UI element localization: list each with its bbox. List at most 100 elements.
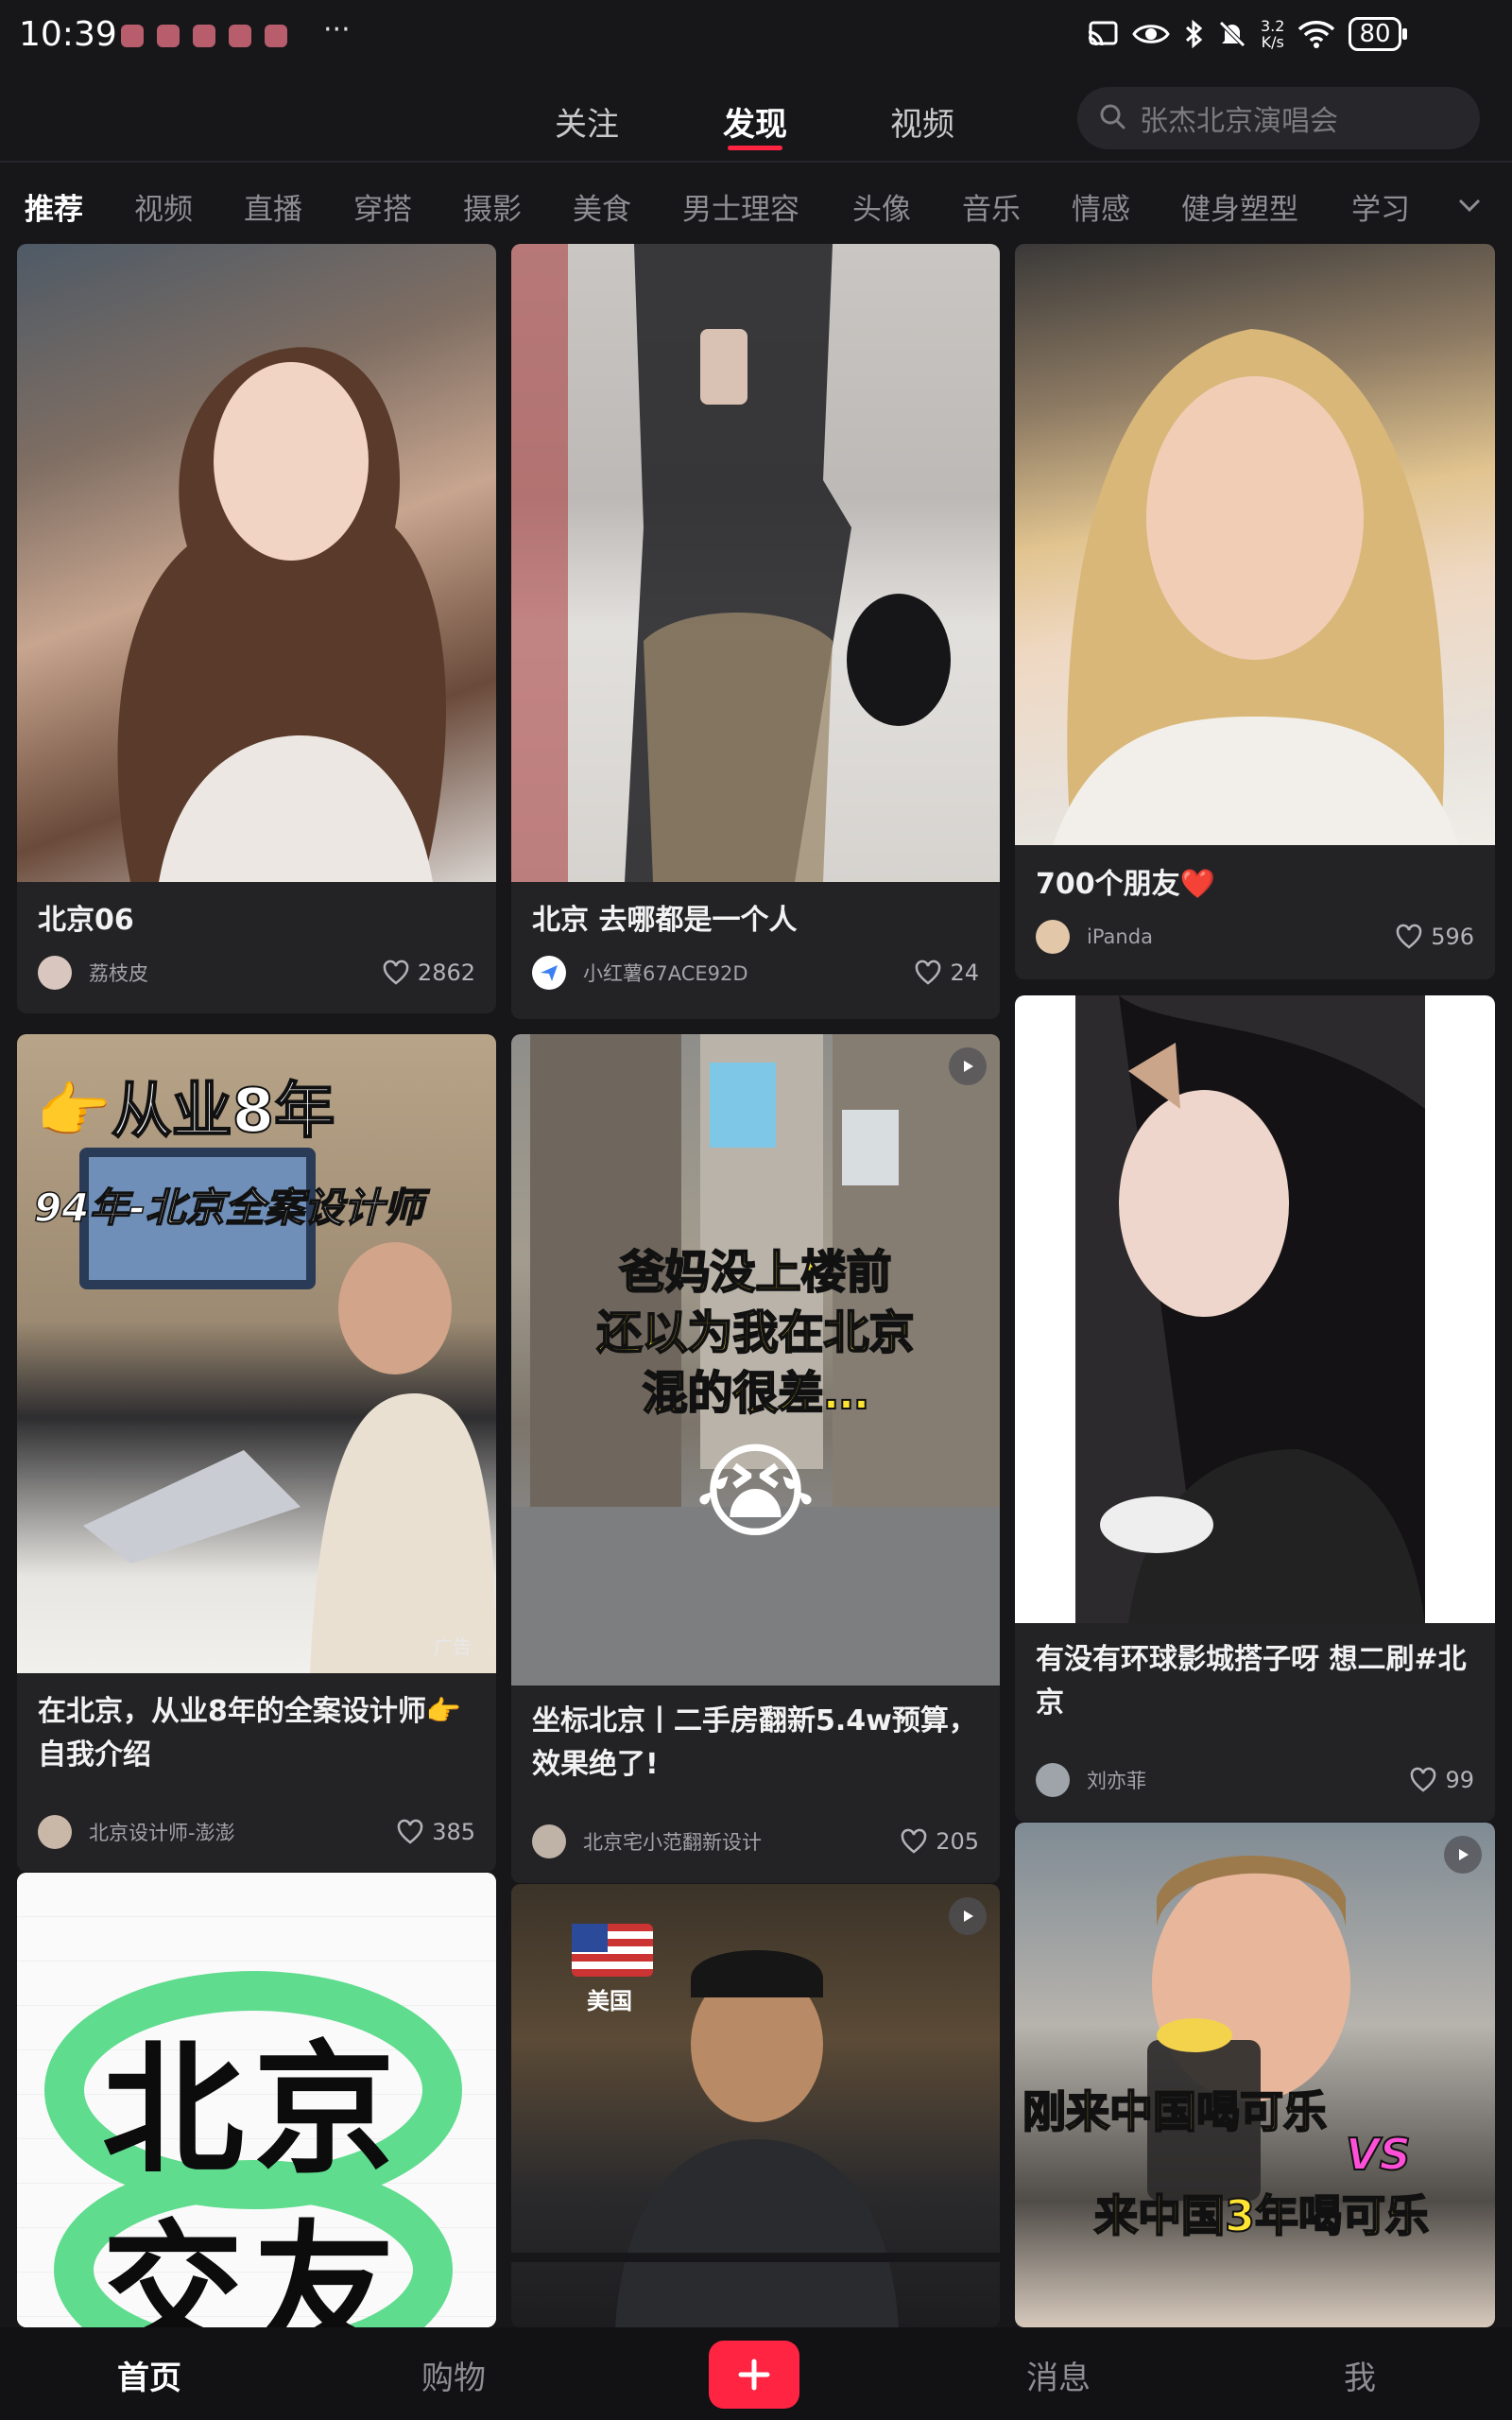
post-title[interactable]: 700个朋友❤️ — [1036, 863, 1474, 907]
post-thumbnail[interactable] — [1015, 244, 1495, 845]
category-video[interactable]: 视频 — [134, 185, 193, 228]
author-name[interactable]: iPanda — [1087, 925, 1395, 948]
author-name[interactable]: 北京宅小范翻新设计 — [583, 1827, 900, 1856]
feed-card[interactable]: 北京 交友 — [17, 1873, 496, 2327]
post-thumbnail[interactable]: 👉从业8年 94年-北京全案设计师 广告 — [17, 1034, 496, 1673]
nav-me[interactable]: 我 — [1344, 2352, 1376, 2398]
video-play-icon[interactable] — [1444, 1836, 1482, 1874]
like-button[interactable]: 2862 — [382, 959, 475, 986]
app-notification-icon — [229, 25, 251, 47]
avatar[interactable] — [1036, 920, 1070, 954]
category-outfit[interactable]: 穿搭 — [353, 185, 412, 228]
feed-card[interactable]: 北京 去哪都是一个人 小红薯67ACE92D 24 — [511, 244, 1000, 1019]
chevron-down-icon[interactable] — [1453, 189, 1486, 225]
tab-following[interactable]: 关注 — [555, 98, 619, 145]
post-title[interactable]: 有没有环球影城搭子呀 想二刷#北京 — [1036, 1638, 1474, 1725]
overlay-caption: 爸妈没上楼前 还以为我在北京 混的很差… — [595, 1245, 915, 1421]
category-photography[interactable]: 摄影 — [463, 185, 522, 228]
feed-card[interactable]: 爸妈没上楼前 还以为我在北京 混的很差… 😭 坐标北京丨二手房翻新5.4w预算，… — [511, 1034, 1000, 1883]
cast-icon — [1087, 20, 1119, 48]
post-title[interactable]: 北京06 — [38, 899, 475, 942]
like-button[interactable]: 596 — [1395, 924, 1474, 950]
nav-messages[interactable]: 消息 — [1026, 2352, 1091, 2398]
post-meta: 刘亦菲 99 — [1036, 1761, 1474, 1799]
avatar[interactable] — [1036, 1763, 1070, 1797]
tab-video[interactable]: 视频 — [890, 98, 954, 145]
author-name[interactable]: 北京设计师-澎澎 — [89, 1818, 396, 1846]
category-avatar[interactable]: 头像 — [852, 185, 911, 228]
like-button[interactable]: 205 — [900, 1828, 979, 1855]
portrait-illustration — [1075, 995, 1425, 1623]
app-notification-icon — [157, 25, 180, 47]
search-input[interactable]: 张杰北京演唱会 — [1077, 87, 1480, 149]
tab-discover[interactable]: 发现 — [723, 98, 787, 145]
author-name[interactable]: 荔枝皮 — [89, 959, 382, 987]
app-notification-icon — [193, 25, 215, 47]
category-study[interactable]: 学习 — [1351, 185, 1410, 228]
avatar[interactable] — [38, 1815, 72, 1849]
like-button[interactable]: 99 — [1409, 1767, 1474, 1793]
avatar[interactable] — [532, 956, 566, 990]
category-mens-grooming[interactable]: 男士理容 — [682, 185, 799, 228]
feed-card[interactable]: 700个朋友❤️ iPanda 596 — [1015, 244, 1495, 979]
like-button[interactable]: 24 — [914, 959, 979, 986]
post-thumbnail[interactable] — [511, 244, 1000, 882]
feed-card[interactable]: 刚来中国喝可乐 VS 来中国3年喝可乐 — [1015, 1823, 1495, 2327]
search-icon — [1098, 102, 1126, 134]
avatar[interactable] — [38, 956, 72, 990]
post-meta: 北京宅小范翻新设计 205 — [532, 1823, 979, 1860]
create-post-button[interactable] — [709, 2341, 799, 2409]
ad-label: 广告 — [434, 1635, 472, 1658]
status-bar: 10:39 ··· 3.2 K/s 80 — [0, 0, 1512, 76]
plus-icon — [738, 2359, 770, 2391]
category-emotion[interactable]: 情感 — [1072, 185, 1130, 228]
notification-icons — [121, 25, 287, 47]
category-bar: 推荐 视频 直播 穿搭 摄影 美食 男士理容 头像 音乐 情感 健身塑型 学习 — [0, 170, 1512, 238]
status-time: 10:39 — [19, 15, 117, 54]
content-feed: 北京06 荔枝皮 2862 👉从业8年 94年-北京全案设计师 广告 在北京，从… — [0, 238, 1512, 2327]
video-play-icon[interactable] — [949, 1047, 987, 1085]
post-thumbnail[interactable] — [17, 244, 496, 882]
post-title[interactable]: 北京 去哪都是一个人 — [532, 899, 979, 942]
post-title[interactable]: 在北京，从业8年的全案设计师👉自我介绍 — [38, 1690, 475, 1777]
like-button[interactable]: 385 — [396, 1819, 475, 1845]
feed-card[interactable]: 北京06 荔枝皮 2862 — [17, 244, 496, 1013]
nav-shop[interactable]: 购物 — [421, 2352, 486, 2398]
paper-plane-icon — [541, 965, 558, 981]
post-title[interactable]: 坐标北京丨二手房翻新5.4w预算，效果绝了! — [532, 1700, 979, 1787]
active-tab-indicator — [728, 146, 782, 150]
category-food[interactable]: 美食 — [573, 185, 631, 228]
category-live[interactable]: 直播 — [244, 185, 302, 228]
author-name[interactable]: 小红薯67ACE92D — [583, 959, 914, 987]
video-play-icon[interactable] — [949, 1897, 987, 1935]
post-thumbnail[interactable]: 爸妈没上楼前 还以为我在北京 混的很差… 😭 — [511, 1034, 1000, 1685]
like-count: 205 — [936, 1828, 979, 1855]
feed-card[interactable]: 美国 — [511, 1884, 1000, 2327]
avatar[interactable] — [532, 1824, 566, 1858]
like-count: 2862 — [417, 959, 475, 986]
portrait-illustration — [117, 347, 446, 882]
post-thumbnail[interactable]: 刚来中国喝可乐 VS 来中国3年喝可乐 — [1015, 1823, 1495, 2327]
overlay-headline: 刚来中国喝可乐 — [1022, 2085, 1328, 2138]
like-count: 24 — [950, 959, 979, 986]
us-flag-icon — [572, 1924, 653, 1977]
heart-icon — [383, 959, 409, 985]
heart-icon — [901, 1828, 927, 1854]
nav-home[interactable]: 首页 — [117, 2352, 181, 2398]
bottom-navigation: 首页 购物 消息 我 — [0, 2327, 1512, 2420]
wifi-icon — [1297, 20, 1335, 48]
post-thumbnail[interactable]: 美国 — [511, 1884, 1000, 2327]
post-thumbnail[interactable]: 北京 交友 — [17, 1873, 496, 2327]
more-notifications: ··· — [323, 13, 351, 46]
feed-card[interactable]: 👉从业8年 94年-北京全案设计师 广告 在北京，从业8年的全案设计师👉自我介绍… — [17, 1034, 496, 1872]
post-meta: 北京设计师-澎澎 385 — [38, 1813, 475, 1851]
feed-card[interactable]: 有没有环球影城搭子呀 想二刷#北京 刘亦菲 99 — [1015, 995, 1495, 1822]
bluetooth-icon — [1183, 19, 1204, 49]
search-placeholder: 张杰北京演唱会 — [1140, 105, 1338, 138]
author-name[interactable]: 刘亦菲 — [1087, 1766, 1409, 1794]
post-thumbnail[interactable] — [1015, 995, 1495, 1623]
post-meta: 荔枝皮 2862 — [38, 954, 475, 992]
category-fitness[interactable]: 健身塑型 — [1181, 185, 1298, 228]
category-music[interactable]: 音乐 — [962, 185, 1021, 228]
category-recommend[interactable]: 推荐 — [25, 185, 83, 228]
